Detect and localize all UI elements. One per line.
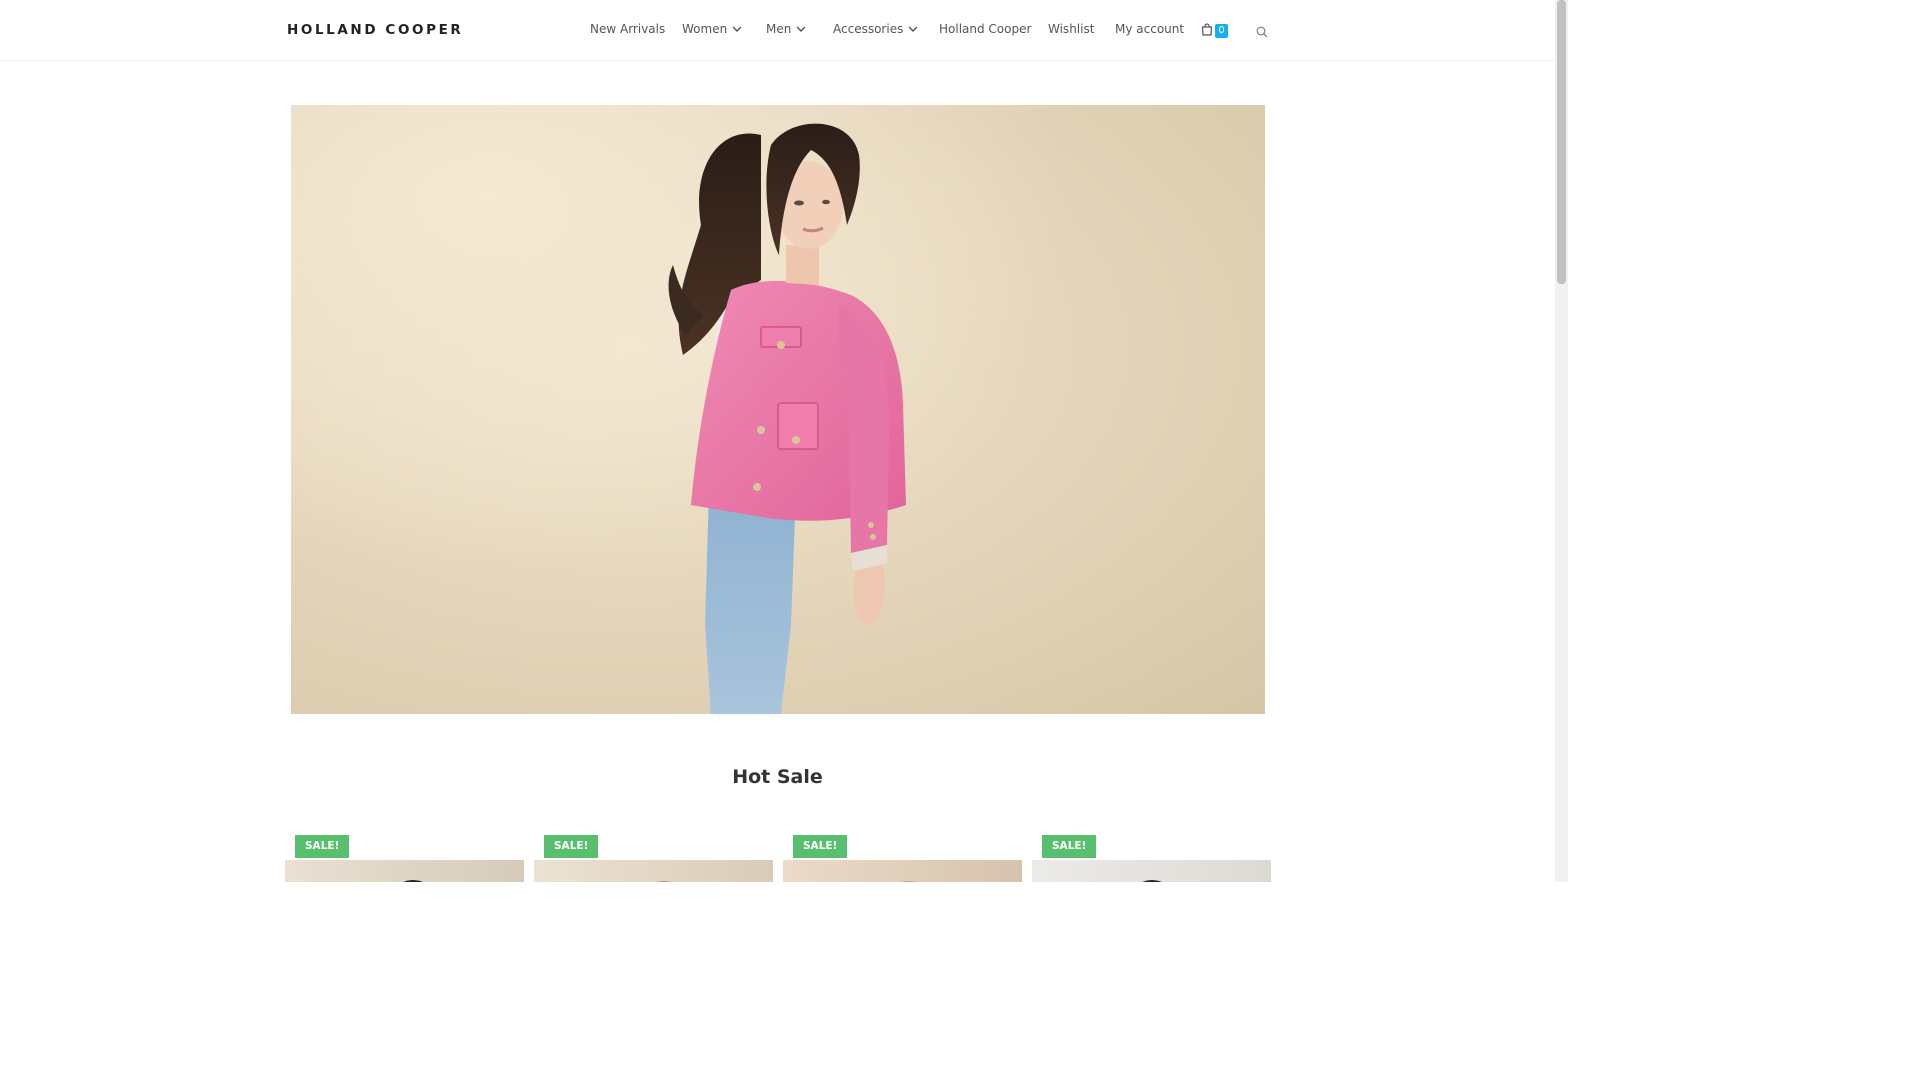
- product-image[interactable]: [1032, 860, 1271, 882]
- nav-item-label: New Arrivals: [590, 22, 666, 36]
- shopping-bag-icon: [1201, 23, 1213, 36]
- nav-item-accessories[interactable]: Accessories: [833, 22, 918, 36]
- product-card[interactable]: SALE!: [285, 835, 524, 882]
- nav-item-my-account[interactable]: My account: [1115, 22, 1184, 36]
- nav-item-label: Holland Cooper: [939, 22, 1032, 36]
- nav-item-label: Men: [766, 22, 792, 36]
- product-card[interactable]: SALE!: [534, 835, 773, 882]
- page: HOLLAND COOPER New Arrivals Women Men Ac…: [0, 0, 1568, 882]
- sale-badge: SALE!: [295, 835, 350, 858]
- nav-item-label: Wishlist: [1048, 22, 1095, 36]
- cart-count-badge: 0: [1215, 24, 1228, 38]
- nav-item-holland-cooper[interactable]: Holland Cooper: [939, 22, 1031, 36]
- hot-sale-heading: Hot Sale: [732, 766, 823, 788]
- sale-badge: SALE!: [1042, 835, 1097, 858]
- nav-item-new-arrivals[interactable]: New Arrivals: [590, 22, 665, 36]
- hero-model-photo: [291, 105, 1265, 714]
- sale-badge: SALE!: [544, 835, 599, 858]
- scrollbar-thumb[interactable]: [1557, 0, 1566, 284]
- sale-badge: SALE!: [793, 835, 848, 858]
- product-image[interactable]: [534, 860, 773, 882]
- product-image[interactable]: [783, 860, 1022, 882]
- site-header: HOLLAND COOPER New Arrivals Women Men Ac…: [0, 0, 1555, 61]
- main-nav: New Arrivals Women Men Accessories Holla…: [0, 0, 1555, 60]
- nav-item-label: Women: [682, 22, 728, 36]
- chevron-down-icon: [796, 26, 806, 32]
- product-image[interactable]: [285, 860, 524, 882]
- search-icon[interactable]: [1256, 23, 1268, 42]
- nav-item-women[interactable]: Women: [682, 22, 742, 36]
- nav-item-label: My account: [1115, 22, 1185, 36]
- chevron-down-icon: [908, 26, 918, 32]
- chevron-down-icon: [732, 26, 742, 32]
- product-card[interactable]: SALE!: [1032, 835, 1271, 882]
- product-card[interactable]: SALE!: [783, 835, 1022, 882]
- nav-item-men[interactable]: Men: [766, 22, 806, 36]
- nav-item-label: Accessories: [833, 22, 904, 36]
- hero-banner[interactable]: [291, 105, 1265, 714]
- nav-item-wishlist[interactable]: Wishlist: [1048, 22, 1094, 36]
- cart-button[interactable]: 0: [1201, 21, 1228, 38]
